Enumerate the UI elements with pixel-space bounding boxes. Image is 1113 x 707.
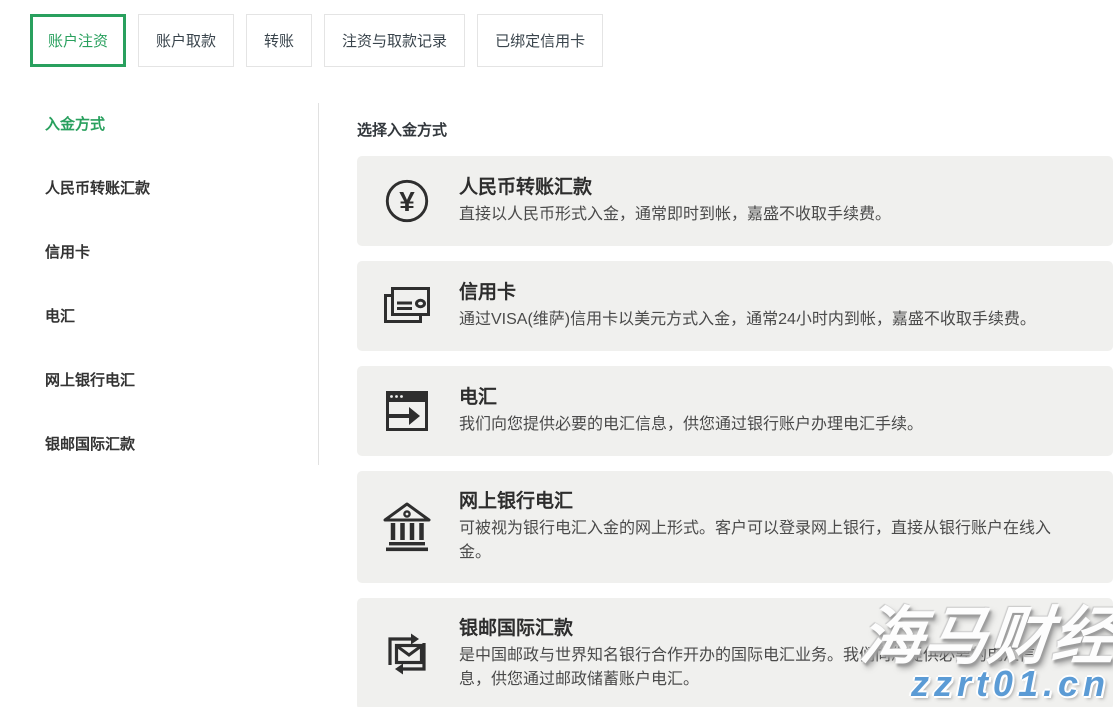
tab-label: 账户取款	[156, 30, 216, 51]
tab-label: 注资与取款记录	[342, 30, 447, 51]
method-card-rmb-transfer[interactable]: ¥ 人民币转账汇款 直接以人民币形式入金，通常即时到帐，嘉盛不收取手续费。	[357, 156, 1113, 246]
yuan-circle-icon: ¥	[381, 174, 433, 228]
credit-card-icon	[381, 279, 433, 333]
deposit-sidebar: 入金方式 人民币转账汇款 信用卡 电汇 网上银行电汇 银邮国际汇款	[45, 113, 295, 497]
mail-loop-icon	[381, 627, 433, 681]
method-card-online-banking-wire[interactable]: 网上银行电汇 可被视为银行电汇入金的网上形式。客户可以登录网上银行，直接从银行账…	[357, 471, 1113, 583]
tab-account-funding[interactable]: 账户注资	[30, 14, 126, 67]
deposit-methods-panel: 选择入金方式 ¥ 人民币转账汇款 直接以人民币形式入金，通常即时到帐，嘉盛不收取…	[357, 119, 1113, 707]
sidebar-item-deposit-methods[interactable]: 入金方式	[45, 113, 295, 131]
tab-bound-credit-cards[interactable]: 已绑定信用卡	[477, 14, 603, 67]
method-card-wire-transfer[interactable]: 电汇 我们向您提供必要的电汇信息，供您通过银行账户办理电汇手续。	[357, 366, 1113, 456]
tab-transfer[interactable]: 转账	[246, 14, 312, 67]
method-card-bank-postal-remittance[interactable]: 银邮国际汇款 是中国邮政与世界知名银行合作开办的国际电汇业务。我们向您提供必要的…	[357, 598, 1113, 707]
sidebar-item-wire-transfer[interactable]: 电汇	[45, 305, 295, 323]
tab-label: 账户注资	[48, 30, 108, 51]
tab-label: 转账	[264, 30, 294, 51]
method-card-credit-card[interactable]: 信用卡 通过VISA(维萨)信用卡以美元方式入金，通常24小时内到帐，嘉盛不收取…	[357, 261, 1113, 351]
method-title: 电汇	[459, 385, 1093, 411]
method-title: 信用卡	[459, 280, 1093, 306]
sidebar-item-credit-card[interactable]: 信用卡	[45, 241, 295, 259]
method-description: 是中国邮政与世界知名银行合作开办的国际电汇业务。我们向您提供必要的电汇信息，供您…	[459, 644, 1065, 692]
method-description: 我们向您提供必要的电汇信息，供您通过银行账户办理电汇手续。	[459, 413, 1065, 437]
sidebar-item-online-banking-wire[interactable]: 网上银行电汇	[45, 369, 295, 387]
method-title: 人民币转账汇款	[459, 175, 1093, 201]
tab-funding-withdrawal-records[interactable]: 注资与取款记录	[324, 14, 465, 67]
sidebar-item-bank-postal-remittance[interactable]: 银邮国际汇款	[45, 433, 295, 451]
sidebar-divider	[318, 103, 319, 465]
sidebar-item-rmb-transfer[interactable]: 人民币转账汇款	[45, 177, 295, 195]
svg-text:¥: ¥	[399, 186, 415, 217]
method-title: 网上银行电汇	[459, 489, 1093, 515]
browser-arrow-icon	[381, 384, 433, 438]
tab-account-withdrawal[interactable]: 账户取款	[138, 14, 234, 67]
tab-label: 已绑定信用卡	[495, 30, 585, 51]
method-description: 直接以人民币形式入金，通常即时到帐，嘉盛不收取手续费。	[459, 203, 1065, 227]
choose-deposit-method-heading: 选择入金方式	[357, 119, 1113, 140]
method-title: 银邮国际汇款	[459, 616, 1093, 642]
bank-icon	[381, 500, 433, 554]
method-description: 通过VISA(维萨)信用卡以美元方式入金，通常24小时内到帐，嘉盛不收取手续费。	[459, 308, 1065, 332]
method-description: 可被视为银行电汇入金的网上形式。客户可以登录网上银行，直接从银行账户在线入金。	[459, 517, 1065, 565]
funding-tab-bar: 账户注资 账户取款 转账 注资与取款记录 已绑定信用卡	[30, 14, 603, 67]
